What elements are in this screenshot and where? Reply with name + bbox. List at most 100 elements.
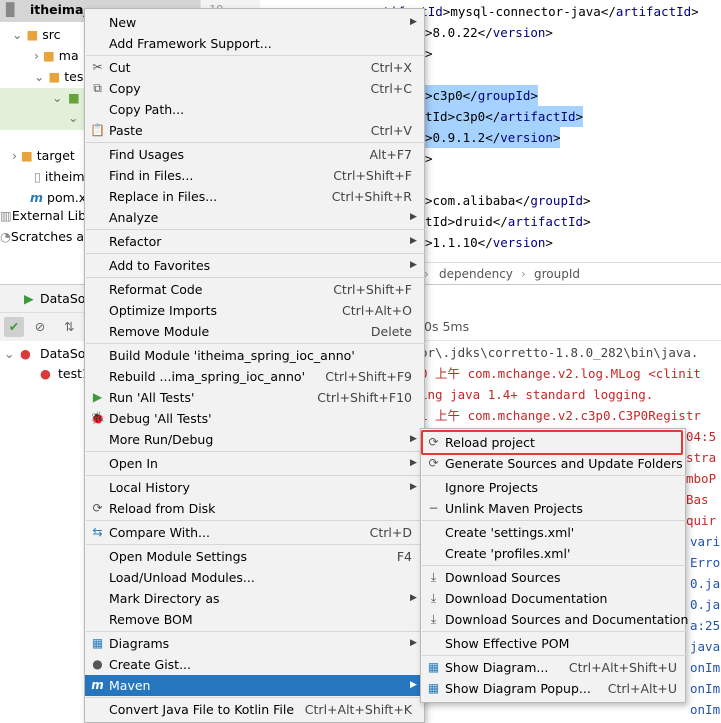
menu-item-reload-from-disk[interactable]: ⟳ Reload from Disk [85,498,424,519]
chevron-down-icon: ⌄ [68,110,79,125]
menu-item-create-settings-xml[interactable]: Create 'settings.xml' [421,522,685,543]
cancel-icon[interactable]: ⊘ [30,317,50,337]
chevron-right-icon: ▶ [410,680,417,690]
menu-item-label: Optimize Imports [109,303,218,318]
menu-item-label: Unlink Maven Projects [445,501,583,516]
menu-item-label: Local History [109,480,190,495]
console-line: quir [686,513,717,528]
shortcut-label: Delete [370,324,412,339]
menu-item-find-usages[interactable]: Find Usages Alt+F7 [85,144,424,165]
menu-separator [86,253,425,254]
menu-item-ignore-projects[interactable]: Ignore Projects [421,477,685,498]
menu-item-find-in-files[interactable]: Find in Files... Ctrl+Shift+F [85,165,424,186]
menu-item-analyze[interactable]: Analyze ▶ [85,207,424,228]
menu-item-add-framework-support[interactable]: Add Framework Support... [85,33,424,54]
error-icon: ● [20,346,31,361]
menu-item-local-history[interactable]: Local History ▶ [85,477,424,498]
tree-item-external-libraries[interactable]: ▥External Libr [0,206,91,226]
menu-item-label: Mark Directory as [109,591,220,606]
menu-item-convert-java-file-to-kotlin-file[interactable]: Convert Java File to Kotlin File Ctrl+Alt… [85,699,424,720]
chevron-right-icon: › [34,48,39,63]
sort-icon[interactable]: ⇅ [64,317,74,337]
shortcut-label: Ctrl+Shift+F [333,282,412,297]
menu-item-remove-module[interactable]: Remove Module Delete [85,321,424,342]
shortcut-label: Ctrl+Alt+U [607,681,677,696]
code-line: tId>druid</artifactId> [425,211,591,232]
console-line: vari [690,534,721,549]
maven-icon: m [30,190,44,205]
menu-item-more-run-debug[interactable]: More Run/Debug ▶ [85,429,424,450]
cut-icon: ✂ [92,60,103,74]
menu-item-create-profiles-xml[interactable]: Create 'profiles.xml' [421,543,685,564]
chevron-right-icon: ▶ [410,236,417,246]
folder-icon: ■ [20,148,33,163]
menu-item-replace-in-files[interactable]: Replace in Files... Ctrl+Shift+R [85,186,424,207]
tree-item-test[interactable]: ⌄ ■ tes [34,67,83,87]
menu-item-mark-directory-as[interactable]: Mark Directory as ▶ [85,588,424,609]
context-menu: New ▶ Add Framework Support... ✂ Cut Ctrl+X ⧉ C… [84,8,425,723]
menu-item-download-documentation[interactable]: ⤓ Download Documentation [421,588,685,609]
menu-separator [422,520,686,521]
menu-item-label: Add Framework Support... [109,36,272,51]
menu-item-show-diagram-popup[interactable]: ▦ Show Diagram Popup... Ctrl+Alt+U [421,678,685,699]
tree-item-src[interactable]: ⌄ ■ src [12,25,61,45]
menu-item-copy[interactable]: ⧉ Copy Ctrl+C [85,78,424,99]
menu-item-download-sources-and-documentation[interactable]: ⤓ Download Sources and Documentation [421,609,689,630]
shortcut-label: Ctrl+V [370,123,412,138]
menu-item-add-to-favorites[interactable]: Add to Favorites ▶ [85,255,424,276]
menu-item-build-module-itheima-spring-ioc-anno[interactable]: Build Module 'itheima_spring_ioc_anno' [85,345,424,366]
code-text: >0.9.1.2</ [425,130,501,145]
menu-item-debug-all-tests[interactable]: 🐞 Debug 'All Tests' [85,408,424,429]
menu-item-create-gist[interactable]: ● Create Gist... [85,654,424,675]
run-tab[interactable]: DataSo [40,291,85,306]
console-line: ing java 1.4+ standard logging. [420,387,654,402]
menu-item-maven[interactable]: m Maven ▶ [85,675,424,696]
tree-item-iml[interactable]: ▯ itheim [34,167,85,187]
menu-item-label: Show Diagram... [445,660,549,675]
menu-item-remove-bom[interactable]: Remove BOM [85,609,424,630]
tree-item-target[interactable]: › ■ target [12,146,75,166]
menu-item-new[interactable]: New ▶ [85,12,424,33]
code-line: tId>c3p0</artifactId> [425,106,584,127]
menu-item-open-in[interactable]: Open In ▶ [85,453,424,474]
menu-item-run-all-tests[interactable]: ▶ Run 'All Tests' Ctrl+Shift+F10 [85,387,424,408]
menu-item-diagrams[interactable]: ▦ Diagrams ▶ [85,633,424,654]
menu-item-label: Show Effective POM [445,636,570,651]
shortcut-label: Ctrl+Alt+Shift+U [568,660,677,675]
menu-item-download-sources[interactable]: ⤓ Download Sources [421,567,685,588]
tree-item-scratches[interactable]: ◔Scratches ar [0,227,89,247]
menu-item-refactor[interactable]: Refactor ▶ [85,231,424,252]
console-line: onIm [690,702,721,717]
check-icon[interactable]: ✔ [4,317,24,337]
menu-item-show-diagram[interactable]: ▦ Show Diagram... Ctrl+Alt+Shift+U [421,657,685,678]
menu-item-label: Open In [109,456,158,471]
shortcut-label: Ctrl+C [370,81,412,96]
menu-item-label: Run 'All Tests' [109,390,195,405]
console-line: 0 上午 com.mchange.v2.log.MLog <clinit [420,366,701,381]
menu-item-optimize-imports[interactable]: Optimize Imports Ctrl+Alt+O [85,300,424,321]
duration: 0s 5ms [424,319,470,334]
menu-item-reformat-code[interactable]: Reformat Code Ctrl+Shift+F [85,279,424,300]
paste-icon: 📋 [90,123,105,137]
code-text: > [583,193,591,208]
code-text: >8.0.22</ [425,25,493,40]
menu-item-cut[interactable]: ✂ Cut Ctrl+X [85,57,424,78]
tree-item-pom[interactable]: m pom.x [30,188,86,208]
menu-item-paste[interactable]: 📋 Paste Ctrl+V [85,120,424,141]
menu-item-unlink-maven-projects[interactable]: − Unlink Maven Projects [421,498,685,519]
breadcrumb-groupid[interactable]: groupId [534,263,580,285]
breadcrumb-dependency[interactable]: dependency [439,263,513,285]
chevron-right-icon: › [521,267,526,281]
menu-item-generate-sources-and-update-folders[interactable]: ⟳ Generate Sources and Update Folders [421,453,685,474]
menu-item-open-module-settings[interactable]: Open Module Settings F4 [85,546,424,567]
menu-item-label: Download Sources and Documentation [445,612,689,627]
menu-item-load-unload-modules[interactable]: Load/Unload Modules... [85,567,424,588]
tree-item-main[interactable]: › ■ ma [34,46,79,66]
menu-item-show-effective-pom[interactable]: Show Effective POM [421,633,685,654]
console-line: onIm [690,660,721,675]
menu-item-compare-with[interactable]: ⇆ Compare With... Ctrl+D [85,522,424,543]
menu-item-rebuild-ima-spring-ioc-anno[interactable]: Rebuild ...ima_spring_ioc_anno' Ctrl+Shif… [85,366,424,387]
menu-item-copy-path[interactable]: Copy Path... [85,99,424,120]
compare-icon: ⇆ [92,525,103,539]
shortcut-label: Ctrl+Shift+R [331,189,412,204]
